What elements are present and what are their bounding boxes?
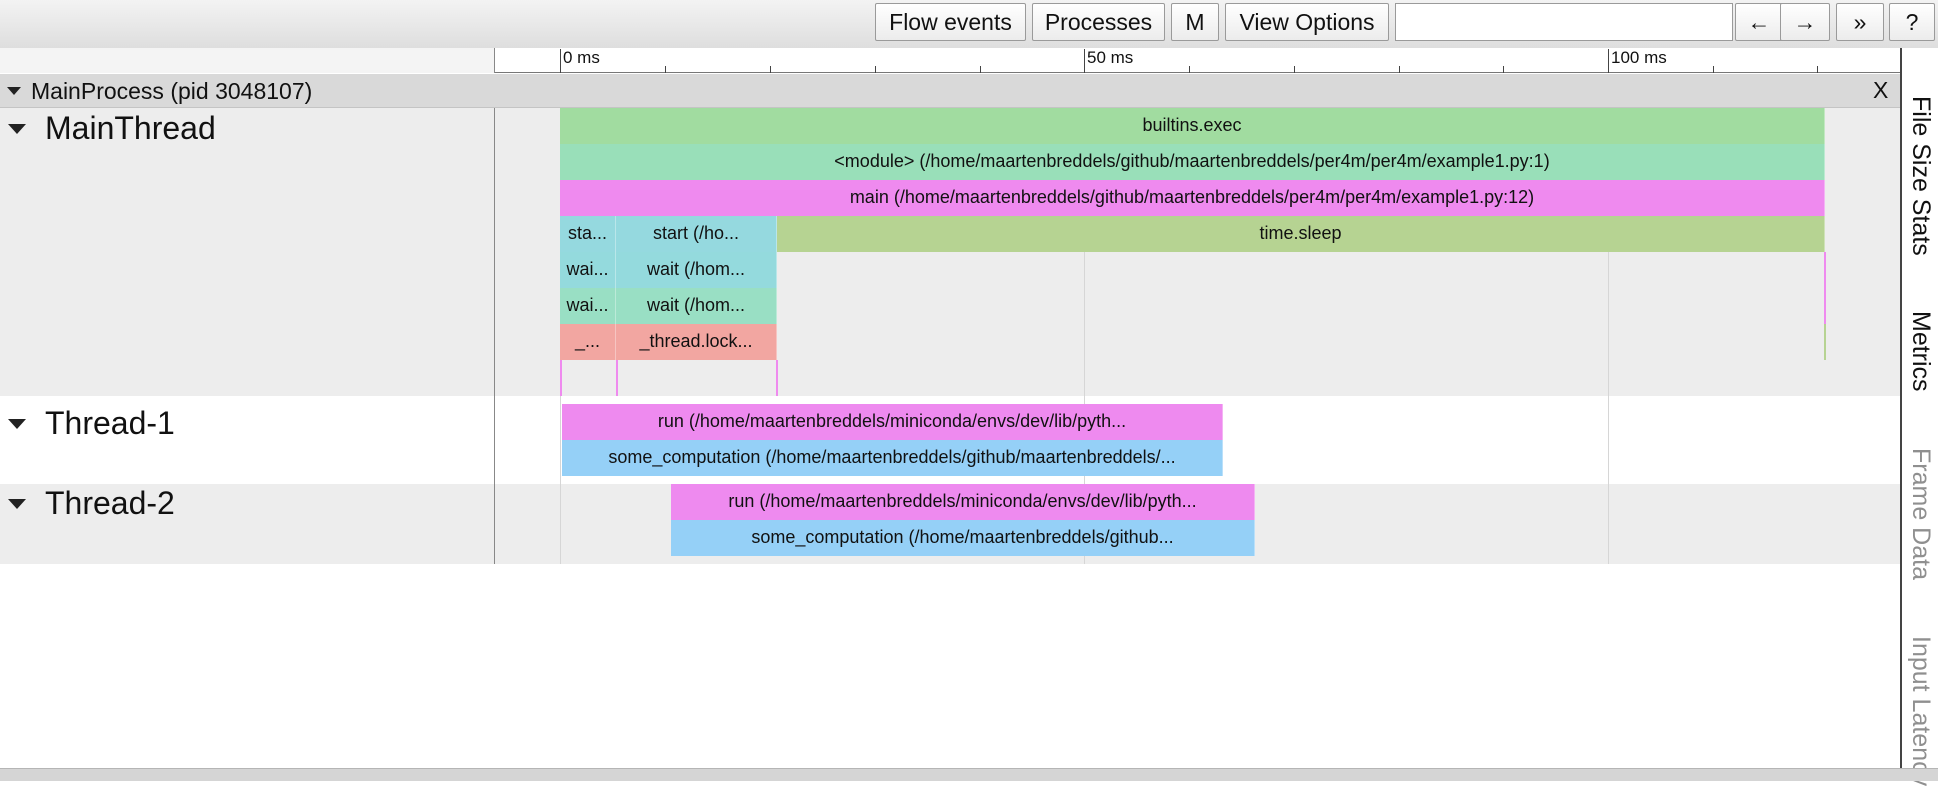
grid-line xyxy=(560,396,561,484)
thread-track[interactable]: run (/home/maartenbreddels/miniconda/env… xyxy=(495,396,1900,484)
ruler-spacer xyxy=(0,48,495,73)
ruler-minor-tick xyxy=(875,66,876,73)
ruler-major-tick xyxy=(560,49,561,73)
slice-stub xyxy=(776,360,778,396)
trace-slice[interactable]: wait (/hom... xyxy=(616,288,777,324)
ruler-baseline xyxy=(495,72,1900,73)
thread-row-mainthread: MainThread builtins.exec <module> (/home… xyxy=(0,108,1900,396)
collapse-triangle-icon[interactable] xyxy=(8,499,26,509)
time-ruler[interactable]: 0 ms 50 ms 100 ms xyxy=(495,48,1900,73)
trace-slice[interactable]: run (/home/maartenbreddels/miniconda/env… xyxy=(671,484,1255,520)
toolbar: Flow events Processes M View Options ← →… xyxy=(0,0,1938,49)
side-tab-metrics[interactable]: Metrics xyxy=(1906,311,1936,392)
trace-slice[interactable]: _... xyxy=(560,324,616,360)
trace-slice[interactable]: builtins.exec xyxy=(560,108,1825,144)
grid-line xyxy=(1608,396,1609,484)
trace-slice[interactable]: _thread.lock... xyxy=(616,324,777,360)
side-tab-file-size-stats[interactable]: File Size Stats xyxy=(1906,96,1936,256)
slice-stub xyxy=(1824,324,1826,360)
thread-label-area: Thread-1 xyxy=(0,396,495,484)
thread-name: Thread-1 xyxy=(45,405,175,441)
ruler-major-tick xyxy=(1608,49,1609,73)
ruler-major-tick xyxy=(1084,49,1085,73)
ruler-tick-label: 0 ms xyxy=(563,48,600,67)
collapse-triangle-icon[interactable] xyxy=(8,419,26,429)
trace-slice[interactable]: start (/ho... xyxy=(616,216,777,252)
thread-label-area: Thread-2 xyxy=(0,484,495,564)
thread-name: Thread-2 xyxy=(45,485,175,521)
trace-slice[interactable]: wai... xyxy=(560,252,616,288)
ruler-minor-tick xyxy=(1503,66,1504,73)
process-header[interactable]: MainProcess (pid 3048107) X xyxy=(0,74,1900,108)
trace-slice[interactable]: time.sleep xyxy=(777,216,1825,252)
trace-slice[interactable]: main (/home/maartenbreddels/github/maart… xyxy=(560,180,1825,216)
ruler-minor-tick xyxy=(770,66,771,73)
more-button[interactable]: » xyxy=(1836,3,1884,41)
trace-slice[interactable]: sta... xyxy=(560,216,616,252)
side-tab-frame-data[interactable]: Frame Data xyxy=(1906,448,1936,580)
trace-slice[interactable]: wait (/hom... xyxy=(616,252,777,288)
previous-result-button[interactable]: ← xyxy=(1735,3,1783,41)
next-result-button[interactable]: → xyxy=(1780,3,1830,41)
processes-button[interactable]: Processes xyxy=(1032,3,1165,41)
trace-slice[interactable]: wai... xyxy=(560,288,616,324)
bottom-drag-handle[interactable] xyxy=(0,768,1938,781)
ruler-minor-tick xyxy=(1817,66,1818,73)
thread-label-area: MainThread xyxy=(0,108,495,396)
ruler-tick-label: 50 ms xyxy=(1087,48,1134,67)
side-tab-input-latency[interactable]: Input Latency xyxy=(1906,636,1936,786)
ruler-minor-tick xyxy=(1713,66,1714,73)
side-panel: File Size Stats Metrics Frame Data Input… xyxy=(1900,48,1938,786)
ruler-minor-tick xyxy=(1399,66,1400,73)
grid-line xyxy=(560,484,561,564)
trace-slice[interactable]: some_computation (/home/maartenbreddels/… xyxy=(671,520,1255,556)
slice-stub xyxy=(560,360,562,396)
flow-events-button[interactable]: Flow events xyxy=(875,3,1026,41)
search-input[interactable] xyxy=(1395,3,1733,41)
slice-stub xyxy=(1824,252,1826,324)
ruler-minor-tick xyxy=(980,66,981,73)
thread-row-thread-1: Thread-1 run (/home/maartenbreddels/mini… xyxy=(0,396,1900,484)
thread-name: MainThread xyxy=(45,110,216,146)
grid-line xyxy=(1608,484,1609,564)
metadata-button[interactable]: M xyxy=(1171,3,1219,41)
view-options-button[interactable]: View Options xyxy=(1225,3,1389,41)
trace-slice[interactable]: <module> (/home/maartenbreddels/github/m… xyxy=(560,144,1825,180)
ruler-minor-tick xyxy=(1294,66,1295,73)
ruler-minor-tick xyxy=(665,66,666,73)
ruler-minor-tick xyxy=(1189,66,1190,73)
thread-track[interactable]: builtins.exec <module> (/home/maartenbre… xyxy=(495,108,1900,396)
collapse-triangle-icon[interactable] xyxy=(7,87,21,95)
trace-slice[interactable]: run (/home/maartenbreddels/miniconda/env… xyxy=(562,404,1223,440)
thread-row-thread-2: Thread-2 run (/home/maartenbreddels/mini… xyxy=(0,484,1900,564)
trace-slice[interactable]: some_computation (/home/maartenbreddels/… xyxy=(562,440,1223,476)
help-button[interactable]: ? xyxy=(1889,3,1935,41)
thread-track[interactable]: run (/home/maartenbreddels/miniconda/env… xyxy=(495,484,1900,564)
process-label: MainProcess (pid 3048107) xyxy=(31,78,313,104)
slice-stub xyxy=(616,360,618,396)
collapse-triangle-icon[interactable] xyxy=(8,124,26,134)
ruler-tick-label: 100 ms xyxy=(1611,48,1667,67)
close-process-button[interactable]: X xyxy=(1873,76,1888,104)
